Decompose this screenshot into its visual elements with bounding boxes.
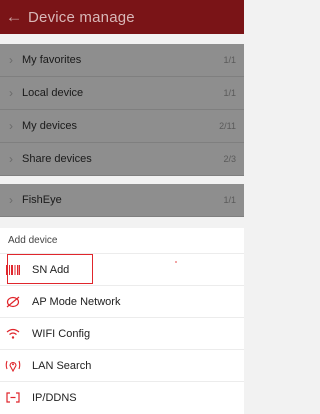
option-ap-mode-network[interactable]: AP Mode Network [0,285,244,317]
option-label: SN Add [32,263,70,276]
page-title: Device manage [28,8,135,26]
group-row-my-favorites[interactable]: › My favorites 1/1 [0,44,244,77]
group-label: Local device [22,87,84,99]
barcode-icon [0,264,26,275]
group-count: 2/3 [223,154,236,164]
chevron-right-icon: › [9,152,13,166]
ip-plug-icon [0,392,26,403]
chevron-right-icon: › [9,86,13,100]
group-row-share-devices[interactable]: › Share devices 2/3 [0,143,244,176]
option-lan-search[interactable]: LAN Search [0,349,244,381]
chevron-right-icon: › [9,119,13,133]
chevron-right-icon: › [9,193,13,207]
group-count: 2/11 [219,121,236,131]
group-label: My favorites [22,54,82,66]
group-row-my-devices[interactable]: › My devices 2/11 [0,110,244,143]
option-label: LAN Search [32,359,92,372]
ap-mode-icon [0,296,26,308]
option-label: WIFI Config [32,327,91,340]
group-label: My devices [22,120,78,132]
marker-dot [175,261,177,263]
option-label: IP/DDNS [32,391,77,404]
group-label: Share devices [22,153,92,165]
option-label: AP Mode Network [32,295,121,308]
group-row-local-device[interactable]: › Local device 1/1 [0,77,244,110]
fisheye-group: › FishEye 1/1 [0,184,244,217]
group-count: 1/1 [223,55,236,65]
location-pin-icon [0,359,26,372]
add-device-sheet: Add device SN Add AP Mode Network WIFI C… [0,228,244,414]
back-arrow-icon[interactable]: ← [0,0,28,34]
top-bar: ← Device manage [0,0,244,34]
option-sn-add[interactable]: SN Add [0,253,244,285]
sheet-title: Add device [8,235,58,246]
chevron-right-icon: › [9,53,13,67]
wifi-icon [0,328,26,340]
option-wifi-config[interactable]: WIFI Config [0,317,244,349]
group-count: 1/1 [223,195,236,205]
group-label: FishEye [22,194,62,206]
group-count: 1/1 [223,88,236,98]
group-row-fisheye[interactable]: › FishEye 1/1 [0,184,244,217]
device-group-list: › My favorites 1/1 › Local device 1/1 › … [0,44,244,176]
option-ip-ddns[interactable]: IP/DDNS [0,381,244,413]
